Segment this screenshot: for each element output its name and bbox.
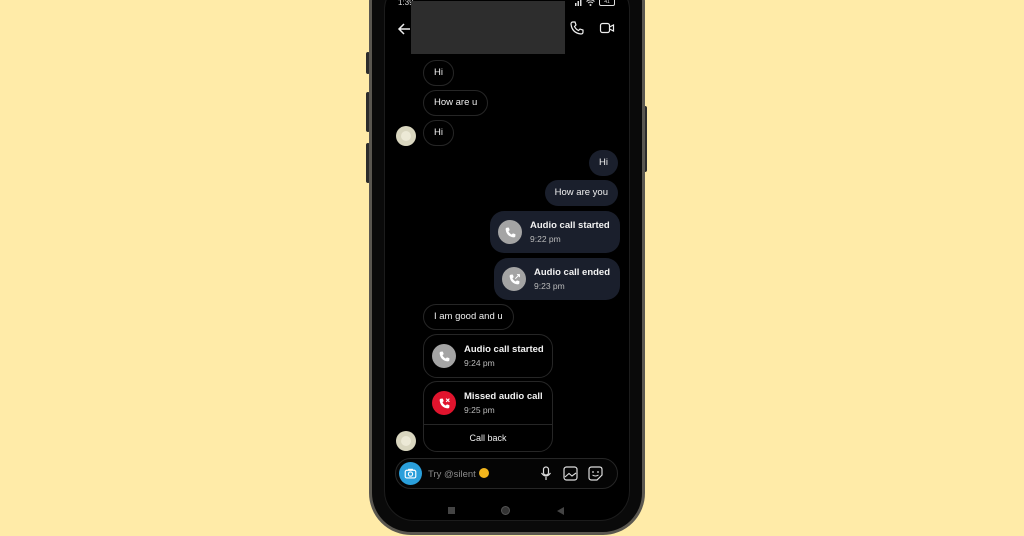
call-time: 9:22 pm <box>530 234 561 244</box>
back-button[interactable] <box>557 507 564 515</box>
contact-avatar[interactable] <box>396 126 416 146</box>
wifi-icon <box>586 0 595 6</box>
call-back-button[interactable]: Call back <box>424 424 552 451</box>
message-composer[interactable]: Try @silent <box>395 458 618 489</box>
message-bubble-outgoing: Hi <box>589 150 618 176</box>
phone-icon[interactable] <box>569 20 585 36</box>
home-button[interactable] <box>501 506 510 515</box>
phone-screen: 1:39 41 Hi How are u Hi Hi How are you A… <box>384 0 630 521</box>
call-card-started-incoming[interactable]: Audio call started 9:24 pm <box>423 334 553 378</box>
message-bubble: I am good and u <box>423 304 514 330</box>
recents-button[interactable] <box>448 507 455 514</box>
redacted-contact-name <box>411 1 565 54</box>
call-title: Missed audio call <box>464 391 543 402</box>
phone-icon <box>432 344 456 368</box>
call-card-ended[interactable]: Audio call ended 9:23 pm <box>494 258 620 300</box>
message-input[interactable]: Try @silent <box>428 468 489 480</box>
android-nav-bar <box>385 506 629 519</box>
camera-button[interactable] <box>399 462 422 485</box>
battery-icon: 41 <box>599 0 615 6</box>
image-icon[interactable] <box>563 466 578 481</box>
call-title: Audio call started <box>464 344 544 355</box>
call-time: 9:25 pm <box>464 405 495 415</box>
call-time: 9:24 pm <box>464 358 495 368</box>
phone-missed-icon <box>432 391 456 415</box>
message-bubble-outgoing: How are you <box>544 180 618 206</box>
video-camera-icon[interactable] <box>599 20 615 36</box>
call-time: 9:23 pm <box>534 281 565 291</box>
missed-call-card: Missed audio call 9:25 pm Call back <box>423 381 553 452</box>
message-bubble: Hi <box>423 120 454 146</box>
call-title: Audio call started <box>530 220 610 231</box>
signal-icon <box>575 0 582 6</box>
message-bubble: Hi <box>423 60 454 86</box>
phone-outgoing-icon <box>502 267 526 291</box>
microphone-icon[interactable] <box>539 466 553 481</box>
shushing-face-emoji <box>478 468 489 478</box>
call-card-started[interactable]: Audio call started 9:22 pm <box>490 211 620 253</box>
message-bubble: How are u <box>423 90 489 116</box>
sticker-icon[interactable] <box>588 466 603 481</box>
contact-avatar[interactable] <box>396 431 416 451</box>
call-title: Audio call ended <box>534 267 611 278</box>
phone-icon <box>498 220 522 244</box>
camera-icon <box>404 468 417 479</box>
